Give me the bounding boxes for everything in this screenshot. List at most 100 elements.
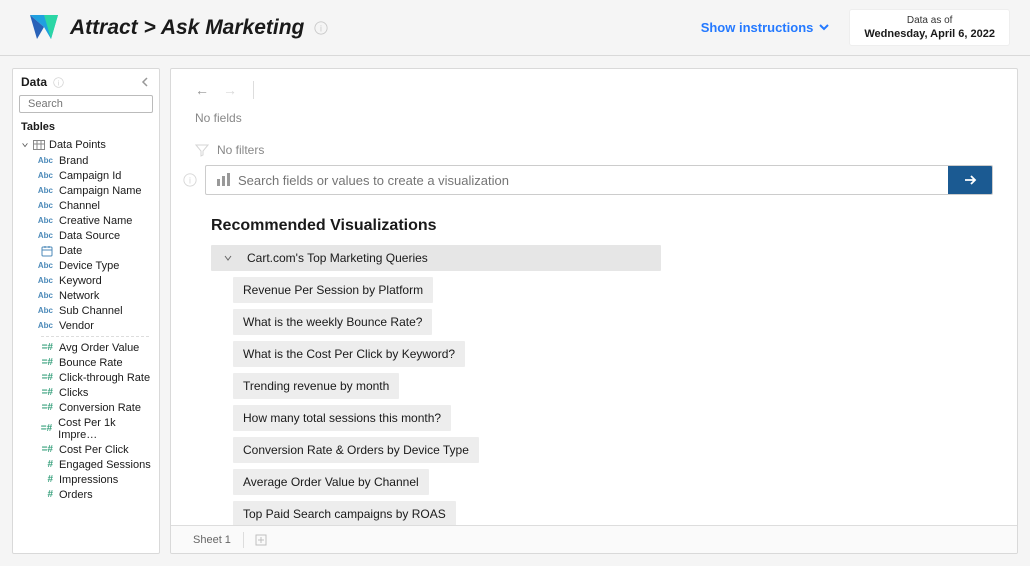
- field-label: Channel: [59, 200, 100, 212]
- string-icon: Abc: [35, 216, 53, 225]
- number-icon: =#: [35, 444, 53, 455]
- field-item[interactable]: # Engaged Sessions: [13, 457, 159, 472]
- sidebar-section-tables: Tables: [13, 117, 159, 137]
- forward-arrow-icon[interactable]: →: [223, 82, 237, 98]
- rec-group-label: Cart.com's Top Marketing Queries: [247, 251, 428, 265]
- field-label: Orders: [59, 489, 93, 501]
- field-label: Cost Per 1k Impre…: [58, 417, 153, 441]
- string-icon: Abc: [35, 171, 53, 180]
- field-item[interactable]: AbcSub Channel: [13, 303, 159, 318]
- number-icon: =#: [35, 357, 53, 368]
- number-icon: =#: [35, 402, 53, 413]
- field-item[interactable]: #Impressions: [13, 472, 159, 487]
- field-item[interactable]: =#Click-through Rate: [13, 370, 159, 385]
- field-item[interactable]: Abc Keyword: [13, 273, 159, 288]
- viz-search-input[interactable]: [238, 173, 938, 188]
- chevron-left-icon[interactable]: [139, 76, 151, 88]
- field-label: Creative Name: [59, 215, 132, 227]
- field-item[interactable]: AbcNetwork: [13, 288, 159, 303]
- rec-item[interactable]: Trending revenue by month: [233, 373, 399, 399]
- string-icon: Abc: [35, 321, 53, 330]
- show-instructions-link[interactable]: Show instructions: [701, 20, 832, 35]
- field-item[interactable]: AbcVendor: [13, 318, 159, 333]
- rec-item[interactable]: What is the Cost Per Click by Keyword?: [233, 341, 465, 367]
- string-icon: Abc: [35, 186, 53, 195]
- chevron-down-icon: [21, 141, 29, 149]
- viz-icon: [216, 172, 232, 188]
- field-item[interactable]: AbcBrand: [13, 153, 159, 168]
- number-icon: #: [35, 459, 53, 470]
- viz-search[interactable]: [205, 165, 993, 195]
- data-date-box: Data as of Wednesday, April 6, 2022: [849, 9, 1010, 46]
- viz-search-submit[interactable]: [948, 166, 992, 194]
- string-icon: Abc: [35, 276, 53, 285]
- field-label: Campaign Id: [59, 170, 121, 182]
- add-sheet-icon[interactable]: [254, 533, 268, 547]
- rec-item[interactable]: Revenue Per Session by Platform: [233, 277, 433, 303]
- field-item[interactable]: Date: [13, 243, 159, 258]
- table-icon: [33, 140, 45, 150]
- info-icon: i: [53, 77, 64, 88]
- number-icon: =#: [35, 423, 52, 434]
- string-icon: Abc: [35, 306, 53, 315]
- rec-item[interactable]: Average Order Value by Channel: [233, 469, 429, 495]
- field-item[interactable]: Abc Campaign Id: [13, 168, 159, 183]
- field-label: Conversion Rate: [59, 402, 141, 414]
- field-label: Keyword: [59, 275, 102, 287]
- recommended-title: Recommended Visualizations: [171, 195, 1017, 245]
- field-label: Campaign Name: [59, 185, 142, 197]
- field-label: Device Type: [59, 260, 119, 272]
- field-label: Date: [59, 245, 82, 257]
- field-item[interactable]: =#Cost Per Click: [13, 442, 159, 457]
- sidebar-search-input[interactable]: [28, 98, 160, 110]
- chevron-down-icon: [223, 253, 233, 263]
- date-icon: [35, 245, 53, 257]
- data-sidebar: Data i Tables Data Points AbcBrand AbcCa…: [12, 68, 160, 554]
- field-item[interactable]: AbcDevice Type: [13, 258, 159, 273]
- field-item[interactable]: =# Avg Order Value: [13, 340, 159, 355]
- filter-icon: [195, 143, 209, 157]
- sheet-tab[interactable]: Sheet 1: [181, 532, 244, 548]
- string-icon: Abc: [35, 201, 53, 210]
- header: Attract > Ask Marketing i Show instructi…: [0, 0, 1030, 56]
- field-label: Brand: [59, 155, 88, 167]
- field-item[interactable]: Abc Campaign Name: [13, 183, 159, 198]
- number-icon: =#: [35, 387, 53, 398]
- field-item[interactable]: AbcData Source: [13, 228, 159, 243]
- rec-item[interactable]: Conversion Rate & Orders by Device Type: [233, 437, 479, 463]
- rec-group-header[interactable]: Cart.com's Top Marketing Queries: [211, 245, 661, 271]
- tree-parent-datapoints[interactable]: Data Points: [13, 137, 159, 153]
- date-label: Data as of: [864, 14, 995, 27]
- number-icon: #: [35, 489, 53, 500]
- rec-item[interactable]: How many total sessions this month?: [233, 405, 451, 431]
- field-item[interactable]: =# Conversion Rate: [13, 400, 159, 415]
- date-value: Wednesday, April 6, 2022: [864, 27, 995, 41]
- string-icon: Abc: [35, 231, 53, 240]
- number-icon: =#: [35, 342, 53, 353]
- sidebar-header: Data i: [13, 69, 159, 95]
- svg-text:i: i: [58, 80, 60, 87]
- sidebar-search[interactable]: [19, 95, 153, 113]
- svg-text:i: i: [320, 23, 322, 33]
- no-filters-label: No filters: [217, 143, 264, 157]
- rec-item[interactable]: What is the weekly Bounce Rate?: [233, 309, 432, 335]
- string-icon: Abc: [35, 291, 53, 300]
- field-item[interactable]: =# Cost Per 1k Impre…: [13, 415, 159, 442]
- field-label: Engaged Sessions: [59, 459, 151, 471]
- rec-item[interactable]: Top Paid Search campaigns by ROAS: [233, 501, 456, 525]
- filters-shelf: No filters: [171, 125, 1017, 157]
- field-item[interactable]: Abc Channel: [13, 198, 159, 213]
- back-arrow-icon[interactable]: ←: [195, 82, 209, 98]
- chevron-down-icon: [817, 20, 831, 34]
- field-label: Avg Order Value: [59, 342, 139, 354]
- field-item[interactable]: # Orders: [13, 487, 159, 502]
- viz-search-block: i: [171, 157, 1017, 195]
- fields-shelf: No fields: [171, 105, 1017, 125]
- arrow-right-icon: [961, 171, 979, 189]
- field-item[interactable]: Abc Creative Name: [13, 213, 159, 228]
- tree-parent-label: Data Points: [49, 139, 106, 151]
- field-item[interactable]: =#Clicks: [13, 385, 159, 400]
- field-item[interactable]: =#Bounce Rate: [13, 355, 159, 370]
- sidebar-title: Data: [21, 75, 47, 89]
- header-right: Show instructions Data as of Wednesday, …: [701, 9, 1010, 46]
